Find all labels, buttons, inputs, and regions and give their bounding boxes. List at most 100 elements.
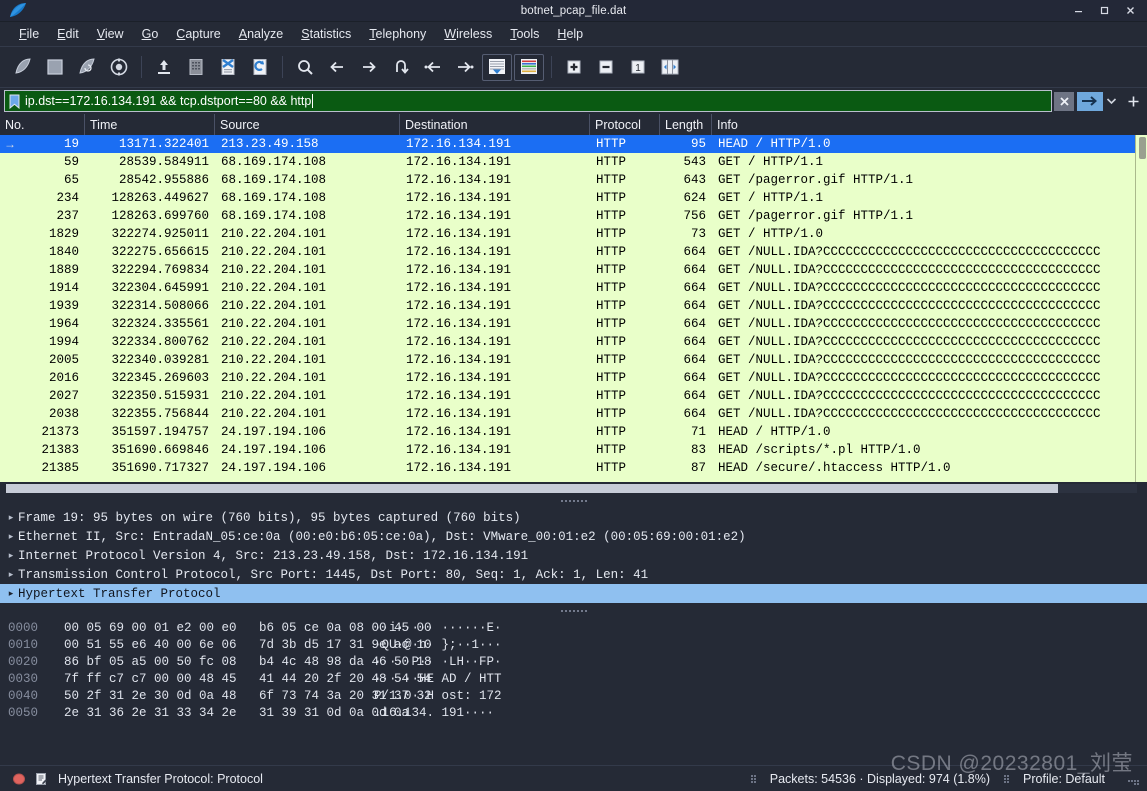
resize-columns-icon[interactable] <box>655 52 685 82</box>
packet-list-vertical-scrollbar[interactable] <box>1135 135 1147 482</box>
go-to-first-icon[interactable] <box>418 52 448 82</box>
hex-row[interactable]: 0020 86 bf 05 a5 00 50 fc 08 b4 4c 48 98 … <box>0 653 1147 670</box>
packet-list-body[interactable]: → 19 13171.322401 213.23.49.158 172.16.134.1… <box>0 135 1147 482</box>
hex-row[interactable]: 0010 00 51 55 e6 40 00 6e 06 7d 3b d5 17 … <box>0 636 1147 653</box>
packet-row[interactable]: 1829 322274.925011 210.22.204.101 172.16.13… <box>0 225 1147 243</box>
menu-item-wireless[interactable]: Wireless <box>435 25 501 43</box>
packet-row[interactable]: 21383 351690.669846 24.197.194.106 172.16.1… <box>0 441 1147 459</box>
expand-triangle-icon[interactable]: ▸ <box>4 531 18 542</box>
display-filter-input[interactable]: ip.dst==172.16.134.191 && tcp.dstport==8… <box>4 90 1052 112</box>
hex-row[interactable]: 0000 00 05 69 00 01 e2 00 e0 b6 05 ce 0a … <box>0 619 1147 636</box>
zoom-reset-icon[interactable]: 1 <box>623 52 653 82</box>
packet-row[interactable]: 59 28539.584911 68.169.174.108 172.16.134.1… <box>0 153 1147 171</box>
packet-row[interactable]: 234 128263.449627 68.169.174.108 172.16.134… <box>0 189 1147 207</box>
menu-item-file[interactable]: File <box>10 25 48 43</box>
expand-triangle-icon[interactable]: ▸ <box>4 588 18 599</box>
hex-row[interactable]: 0030 7f ff c7 c7 00 00 48 45 41 44 20 2f … <box>0 670 1147 687</box>
capture-options-icon[interactable] <box>104 52 134 82</box>
status-profile[interactable]: Profile: Default <box>1023 772 1105 786</box>
scrollbar-track[interactable] <box>6 484 1137 493</box>
menu-item-edit[interactable]: Edit <box>48 25 88 43</box>
save-file-icon[interactable] <box>181 52 211 82</box>
menu-item-view[interactable]: View <box>88 25 133 43</box>
packet-row[interactable]: 65 28542.955886 68.169.174.108 172.16.134.1… <box>0 171 1147 189</box>
restart-capture-icon[interactable] <box>72 52 102 82</box>
bookmark-icon[interactable] <box>5 94 23 109</box>
detail-row[interactable]: ▸ Hypertext Transfer Protocol <box>0 584 1147 603</box>
clear-filter-icon[interactable] <box>1054 91 1074 111</box>
close-button[interactable] <box>1117 1 1143 21</box>
packet-row[interactable]: 237 128263.699760 68.169.174.108 172.16.134… <box>0 207 1147 225</box>
column-header-source[interactable]: Source <box>215 114 400 135</box>
packet-row[interactable]: 21385 351690.717327 24.197.194.106 172.16.1… <box>0 459 1147 477</box>
packet-bytes-pane[interactable]: 0000 00 05 69 00 01 e2 00 e0 b6 05 ce 0a … <box>0 616 1147 765</box>
packet-row[interactable]: 2038 322355.756844 210.22.204.101 172.16.13… <box>0 405 1147 423</box>
packet-details-pane[interactable]: ▸ Frame 19: 95 bytes on wire (760 bits), … <box>0 506 1147 606</box>
pane-splitter-bottom[interactable] <box>0 606 1147 616</box>
column-header-no[interactable]: No. <box>0 114 85 135</box>
chevron-down-icon[interactable] <box>1103 92 1119 111</box>
close-file-icon[interactable] <box>213 52 243 82</box>
packet-row[interactable]: 1840 322275.656615 210.22.204.101 172.16.13… <box>0 243 1147 261</box>
maximize-button[interactable] <box>1091 1 1117 21</box>
expand-triangle-icon[interactable]: ▸ <box>4 512 18 523</box>
detail-row[interactable]: ▸ Internet Protocol Version 4, Src: 213.2… <box>0 546 1147 565</box>
menu-item-telephony[interactable]: Telephony <box>360 25 435 43</box>
menu-item-tools[interactable]: Tools <box>501 25 548 43</box>
packet-row[interactable]: 2005 322340.039281 210.22.204.101 172.16.13… <box>0 351 1147 369</box>
find-packet-icon[interactable] <box>290 52 320 82</box>
column-header-protocol[interactable]: Protocol <box>590 114 660 135</box>
menu-item-go[interactable]: Go <box>133 25 168 43</box>
column-header-time[interactable]: Time <box>85 114 215 135</box>
go-to-last-icon[interactable] <box>450 52 480 82</box>
auto-scroll-icon[interactable] <box>482 53 512 81</box>
detail-row[interactable]: ▸ Frame 19: 95 bytes on wire (760 bits), … <box>0 508 1147 527</box>
hex-row[interactable]: 0040 50 2f 31 2e 30 0d 0a 48 6f 73 74 3a … <box>0 687 1147 704</box>
detail-row[interactable]: ▸ Ethernet II, Src: EntradaN_05:ce:0a (00… <box>0 527 1147 546</box>
menu-bar: File Edit View Go Capture Analyze Statistics Te… <box>0 22 1147 46</box>
stop-capture-icon[interactable] <box>40 52 70 82</box>
cell-protocol: HTTP <box>596 173 627 187</box>
expand-triangle-icon[interactable]: ▸ <box>4 550 18 561</box>
expert-info-circle-icon[interactable] <box>8 772 30 786</box>
cell-time: 322334.800762 <box>111 335 209 349</box>
reload-file-icon[interactable] <box>245 52 275 82</box>
hex-row[interactable]: 0050 2e 31 36 2e 31 33 34 2e 31 39 31 0d … <box>0 704 1147 721</box>
scrollbar-thumb[interactable] <box>6 484 1058 493</box>
colorize-icon[interactable] <box>514 53 544 81</box>
packet-list-horizontal-scrollbar[interactable] <box>0 482 1147 496</box>
detail-row[interactable]: ▸ Transmission Control Protocol, Src Port… <box>0 565 1147 584</box>
packet-row[interactable]: 2016 322345.269603 210.22.204.101 172.16.13… <box>0 369 1147 387</box>
menu-item-analyze[interactable]: Analyze <box>230 25 292 43</box>
packet-row[interactable]: 1994 322334.800762 210.22.204.101 172.16.13… <box>0 333 1147 351</box>
go-to-packet-icon[interactable] <box>386 52 416 82</box>
packet-row[interactable]: 1939 322314.508066 210.22.204.101 172.16.13… <box>0 297 1147 315</box>
packet-row[interactable]: 1889 322294.769834 210.22.204.101 172.16.13… <box>0 261 1147 279</box>
minimize-button[interactable] <box>1065 1 1091 21</box>
go-forward-icon[interactable] <box>354 52 384 82</box>
menu-item-statistics[interactable]: Statistics <box>292 25 360 43</box>
zoom-out-icon[interactable] <box>591 52 621 82</box>
capture-comment-icon[interactable] <box>30 772 52 786</box>
packet-row[interactable]: 21373 351597.194757 24.197.194.106 172.16.1… <box>0 423 1147 441</box>
pane-splitter-top[interactable] <box>0 496 1147 506</box>
expand-triangle-icon[interactable]: ▸ <box>4 569 18 580</box>
column-header-length[interactable]: Length <box>660 114 712 135</box>
cell-no: 1939 <box>48 299 79 313</box>
plus-icon[interactable] <box>1123 92 1143 111</box>
menu-item-help[interactable]: Help <box>548 25 592 43</box>
open-file-icon[interactable] <box>149 52 179 82</box>
zoom-in-icon[interactable] <box>559 52 589 82</box>
go-back-icon[interactable] <box>322 52 352 82</box>
packet-row[interactable]: → 19 13171.322401 213.23.49.158 172.16.134.1… <box>0 135 1147 153</box>
packet-row[interactable]: 1964 322324.335561 210.22.204.101 172.16.13… <box>0 315 1147 333</box>
start-capture-icon[interactable] <box>8 52 38 82</box>
column-header-destination[interactable]: Destination <box>400 114 590 135</box>
packet-row[interactable]: 2027 322350.515931 210.22.204.101 172.16.13… <box>0 387 1147 405</box>
scrollbar-thumb[interactable] <box>1139 137 1146 159</box>
menu-item-capture[interactable]: Capture <box>167 25 229 43</box>
apply-filter-arrow-icon[interactable] <box>1077 91 1103 111</box>
window-resize-grip[interactable] <box>1127 773 1139 785</box>
column-header-info[interactable]: Info <box>712 114 1147 135</box>
packet-row[interactable]: 1914 322304.645991 210.22.204.101 172.16.13… <box>0 279 1147 297</box>
